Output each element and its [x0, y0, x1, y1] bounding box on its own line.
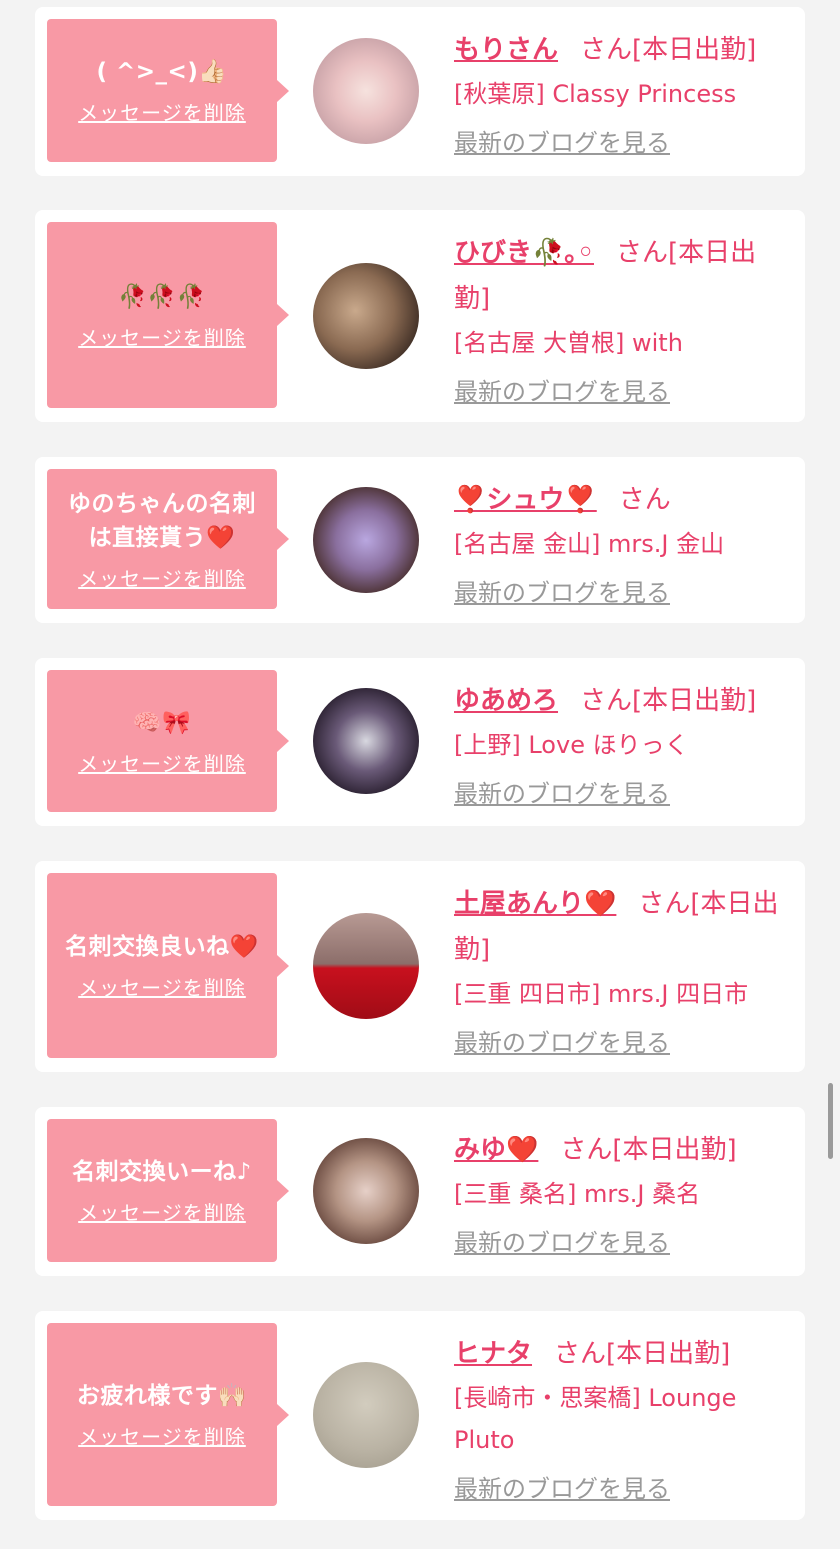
shop-location: [長崎市・思案橋] Lounge Pluto	[454, 1384, 737, 1454]
message-bubble: 🥀🥀🥀 メッセージを削除	[47, 222, 289, 408]
profile-name-link[interactable]: みゆ❤️	[454, 1135, 538, 1165]
scrollbar[interactable]	[828, 1083, 833, 1159]
delete-message-link[interactable]: メッセージを削除	[78, 97, 246, 126]
message-text: 名刺交換いーね♪	[72, 1159, 252, 1185]
message-text: お疲れ様です🙌🏻	[76, 1383, 248, 1409]
message-bubble: ( ^>_<)👍🏻 メッセージを削除	[47, 19, 289, 162]
profile-info: ひびき🥀｡◦ さん[本日出勤] [名古屋 大曽根] with 最新のブログを見る	[454, 230, 789, 412]
profile-info: ヒナタ さん[本日出勤] [長崎市・思案橋] Lounge Pluto 最新のブロ…	[454, 1331, 789, 1509]
message-text: ゆのちゃんの名刺は直接貰う❤️	[68, 490, 256, 551]
avatar[interactable]	[313, 913, 419, 1019]
list-item: 名刺交換良いね❤️ メッセージを削除 土屋あんり❤️ さん[本日出勤] [三重 四…	[35, 861, 805, 1072]
delete-message-link[interactable]: メッセージを削除	[78, 972, 246, 1001]
profile-name-link[interactable]: ひびき🥀｡◦	[454, 238, 594, 268]
shop-location: [秋葉原] Classy Princess	[454, 80, 737, 108]
delete-message-link[interactable]: メッセージを削除	[78, 322, 246, 351]
delete-message-link[interactable]: メッセージを削除	[78, 563, 246, 592]
delete-message-link[interactable]: メッセージを削除	[78, 1197, 246, 1226]
profile-info: みゆ❤️ さん[本日出勤] [三重 桑名] mrs.J 桑名 最新のブログを見る	[454, 1127, 789, 1263]
profile-info: もりさん さん[本日出勤] [秋葉原] Classy Princess 最新のブロ…	[454, 27, 789, 163]
latest-blog-link[interactable]: 最新のブログを見る	[454, 573, 670, 613]
delete-message-link[interactable]: メッセージを削除	[78, 1421, 246, 1450]
honorific-status: さん[本日出勤]	[554, 1339, 731, 1369]
list-item: 名刺交換いーね♪ メッセージを削除 みゆ❤️ さん[本日出勤] [三重 桑名] m…	[35, 1107, 805, 1276]
shop-location: [上野] Love ほりっく	[454, 731, 689, 759]
message-bubble: 名刺交換いーね♪ メッセージを削除	[47, 1119, 289, 1262]
message-bubble: お疲れ様です🙌🏻 メッセージを削除	[47, 1323, 289, 1506]
list-item: お疲れ様です🙌🏻 メッセージを削除 ヒナタ さん[本日出勤] [長崎市・思案橋] …	[35, 1311, 805, 1520]
avatar[interactable]	[313, 1362, 419, 1468]
profile-info: 土屋あんり❤️ さん[本日出勤] [三重 四日市] mrs.J 四日市 最新のブロ…	[454, 881, 789, 1063]
latest-blog-link[interactable]: 最新のブログを見る	[454, 1469, 670, 1509]
profile-name-link[interactable]: 土屋あんり❤️	[454, 889, 616, 919]
honorific-status: さん	[618, 485, 671, 515]
latest-blog-link[interactable]: 最新のブログを見る	[454, 123, 670, 163]
message-text: 名刺交換良いね❤️	[65, 934, 259, 960]
shop-location: [三重 四日市] mrs.J 四日市	[454, 980, 749, 1008]
delete-message-link[interactable]: メッセージを削除	[78, 748, 246, 777]
latest-blog-link[interactable]: 最新のブログを見る	[454, 1023, 670, 1063]
list-item: 🧠🎀 メッセージを削除 ゆあめろ さん[本日出勤] [上野] Love ほりっく …	[35, 658, 805, 826]
list-item: 🥀🥀🥀 メッセージを削除 ひびき🥀｡◦ さん[本日出勤] [名古屋 大曽根] wi…	[35, 210, 805, 422]
message-text: 🥀🥀🥀	[118, 283, 206, 310]
profile-name-link[interactable]: もりさん	[454, 35, 558, 65]
message-bubble: 名刺交換良いね❤️ メッセージを削除	[47, 873, 289, 1058]
profile-name-link[interactable]: ❣️シュウ❣️	[454, 485, 597, 515]
honorific-status: さん[本日出勤]	[560, 1135, 737, 1165]
shop-location: [三重 桑名] mrs.J 桑名	[454, 1180, 701, 1208]
latest-blog-link[interactable]: 最新のブログを見る	[454, 774, 670, 814]
message-text: 🧠🎀	[132, 709, 192, 736]
latest-blog-link[interactable]: 最新のブログを見る	[454, 1223, 670, 1263]
message-text: ( ^>_<)👍🏻	[96, 59, 228, 85]
profile-name-link[interactable]: ヒナタ	[454, 1339, 532, 1369]
message-bubble: 🧠🎀 メッセージを削除	[47, 670, 289, 812]
list-item: ( ^>_<)👍🏻 メッセージを削除 もりさん さん[本日出勤] [秋葉原] Cl…	[35, 7, 805, 176]
avatar[interactable]	[313, 487, 419, 593]
profile-info: ゆあめろ さん[本日出勤] [上野] Love ほりっく 最新のブログを見る	[454, 678, 789, 814]
avatar[interactable]	[313, 38, 419, 144]
shop-location: [名古屋 金山] mrs.J 金山	[454, 530, 725, 558]
shop-location: [名古屋 大曽根] with	[454, 329, 683, 357]
avatar[interactable]	[313, 1138, 419, 1244]
profile-name-link[interactable]: ゆあめろ	[454, 686, 558, 716]
avatar[interactable]	[313, 688, 419, 794]
message-bubble: ゆのちゃんの名刺は直接貰う❤️ メッセージを削除	[47, 469, 289, 609]
avatar[interactable]	[313, 263, 419, 369]
honorific-status: さん[本日出勤]	[580, 35, 757, 65]
honorific-status: さん[本日出勤]	[580, 686, 757, 716]
list-item: ゆのちゃんの名刺は直接貰う❤️ メッセージを削除 ❣️シュウ❣️ さん [名古屋 …	[35, 457, 805, 623]
profile-info: ❣️シュウ❣️ さん [名古屋 金山] mrs.J 金山 最新のブログを見る	[454, 477, 789, 613]
latest-blog-link[interactable]: 最新のブログを見る	[454, 372, 670, 412]
